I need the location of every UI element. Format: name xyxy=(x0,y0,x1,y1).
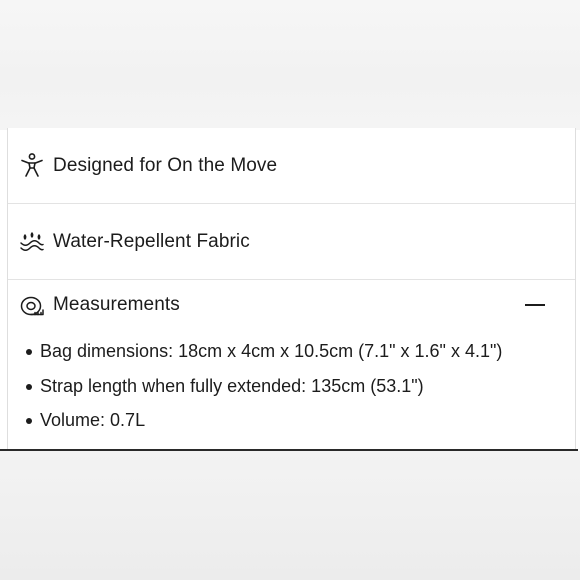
measurements-list: Bag dimensions: 18cm x 4cm x 10.5cm (7.1… xyxy=(8,334,575,438)
accordion-item-label: Measurements xyxy=(53,294,180,315)
water-drop-icon xyxy=(19,229,45,255)
person-move-icon xyxy=(19,152,45,178)
list-item: Volume: 0.7L xyxy=(8,403,575,438)
accordion-item-label: Designed for On the Move xyxy=(53,154,278,176)
minus-icon[interactable] xyxy=(525,304,545,306)
list-item: Bag dimensions: 18cm x 4cm x 10.5cm (7.1… xyxy=(8,334,575,369)
tape-measure-icon xyxy=(19,293,45,319)
accordion-item-measurements[interactable]: Measurements xyxy=(8,280,575,334)
accordion-item-water-repellent[interactable]: Water-Repellent Fabric xyxy=(8,204,575,280)
list-item: Strap length when fully extended: 135cm … xyxy=(8,369,575,404)
product-details-accordion: Designed for On the Move Water-Repellent… xyxy=(7,128,576,450)
bottom-backdrop xyxy=(0,451,580,580)
accordion-item-label: Water-Repellent Fabric xyxy=(53,230,250,252)
accordion-item-on-the-move[interactable]: Designed for On the Move xyxy=(8,128,575,204)
top-backdrop xyxy=(0,0,580,130)
